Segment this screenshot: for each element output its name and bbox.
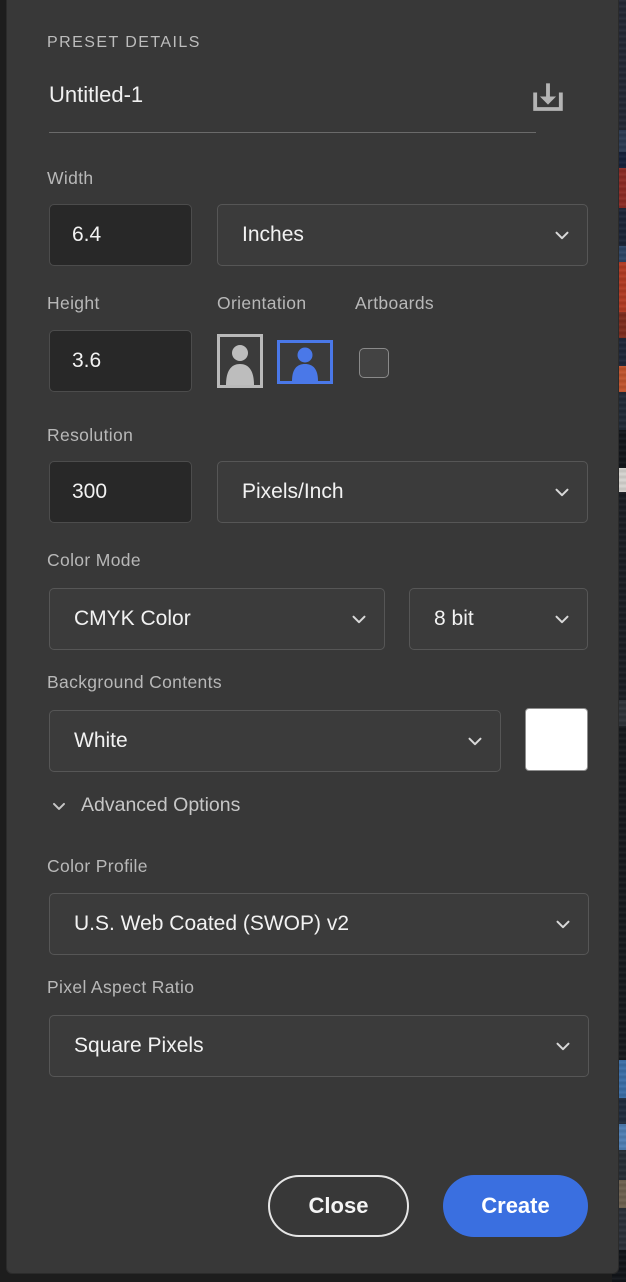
artboards-checkbox[interactable] xyxy=(359,348,389,378)
color-profile-dropdown[interactable]: U.S. Web Coated (SWOP) v2 xyxy=(49,893,589,955)
chevron-down-icon xyxy=(468,737,482,746)
chevron-down-icon xyxy=(555,488,569,497)
color-mode-dropdown[interactable]: CMYK Color xyxy=(49,588,385,650)
preset-details-heading: PRESET DETAILS xyxy=(47,34,201,51)
color-profile-label: Color Profile xyxy=(47,856,148,876)
resolution-label: Resolution xyxy=(47,425,134,445)
new-document-preset-panel: PRESET DETAILS Width Inches Height Orien… xyxy=(6,0,619,1274)
close-button[interactable]: Close xyxy=(268,1175,409,1237)
resolution-input[interactable] xyxy=(49,461,192,523)
chevron-down-icon xyxy=(556,1042,570,1051)
chevron-down-icon xyxy=(555,231,569,240)
preset-name-row xyxy=(43,82,588,134)
width-input[interactable] xyxy=(49,204,192,266)
artboards-label: Artboards xyxy=(355,293,435,313)
width-unit-value: Inches xyxy=(242,223,304,246)
chevron-down-icon xyxy=(53,802,65,810)
chevron-down-icon xyxy=(555,615,569,624)
width-label: Width xyxy=(47,168,94,188)
bit-depth-value: 8 bit xyxy=(434,607,474,630)
preset-name-underline xyxy=(49,132,536,133)
pixel-aspect-ratio-value: Square Pixels xyxy=(74,1034,204,1057)
color-profile-value: U.S. Web Coated (SWOP) v2 xyxy=(74,912,350,935)
create-button[interactable]: Create xyxy=(443,1175,588,1237)
background-color-swatch[interactable] xyxy=(525,708,588,771)
resolution-unit-value: Pixels/Inch xyxy=(242,480,344,503)
advanced-options-toggle[interactable]: Advanced Options xyxy=(49,794,240,817)
chevron-down-icon xyxy=(556,920,570,929)
orientation-label: Orientation xyxy=(217,293,307,313)
background-contents-label: Background Contents xyxy=(47,672,222,692)
height-input[interactable] xyxy=(49,330,192,392)
advanced-options-label: Advanced Options xyxy=(81,794,241,816)
preset-name-input[interactable] xyxy=(49,82,469,108)
landscape-orientation-icon[interactable] xyxy=(277,340,333,384)
pixel-aspect-ratio-dropdown[interactable]: Square Pixels xyxy=(49,1015,589,1077)
background-contents-value: White xyxy=(74,729,128,752)
portrait-orientation-icon[interactable] xyxy=(217,334,263,388)
chevron-down-icon xyxy=(352,615,366,624)
width-unit-dropdown[interactable]: Inches xyxy=(217,204,588,266)
pixel-aspect-ratio-label: Pixel Aspect Ratio xyxy=(47,977,195,997)
save-preset-download-icon[interactable] xyxy=(526,76,570,120)
color-mode-label: Color Mode xyxy=(47,550,141,570)
color-mode-value: CMYK Color xyxy=(74,607,191,630)
background-contents-dropdown[interactable]: White xyxy=(49,710,501,772)
resolution-unit-dropdown[interactable]: Pixels/Inch xyxy=(217,461,588,523)
bit-depth-dropdown[interactable]: 8 bit xyxy=(409,588,588,650)
height-label: Height xyxy=(47,293,100,313)
